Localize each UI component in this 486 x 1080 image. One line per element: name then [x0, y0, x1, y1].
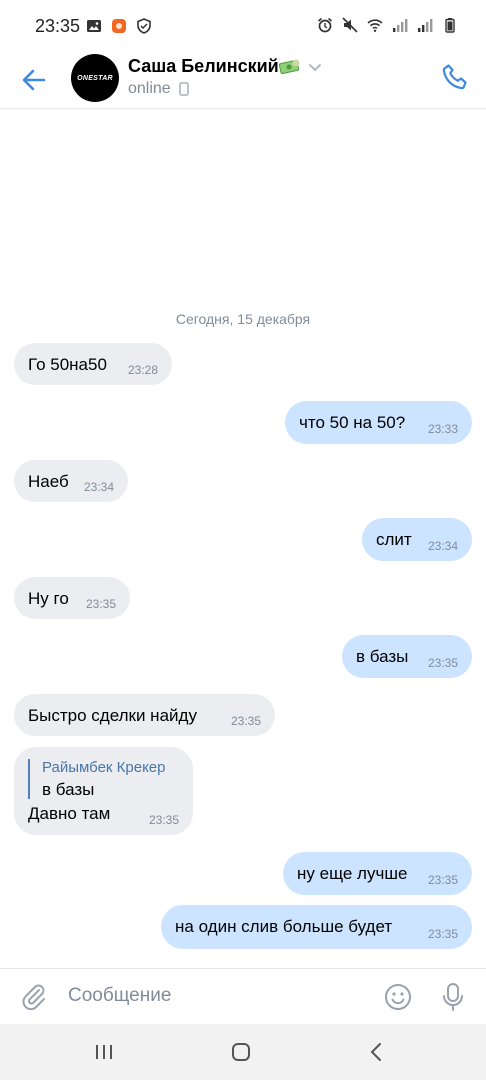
message-text: Наеб [28, 472, 69, 491]
message-time: 23:34 [83, 480, 114, 494]
message-text: Давно там [28, 804, 111, 823]
message-bubble-reply[interactable]: Райымбек Крекер в базы Давно там 23:35 [14, 747, 193, 835]
alarm-icon [317, 17, 333, 33]
home-icon[interactable] [229, 1040, 253, 1064]
message-bubble-incoming[interactable]: Го 50на50 23:28 [14, 343, 172, 385]
message-composer [0, 968, 486, 1025]
mute-icon [342, 17, 358, 33]
message-text: что 50 на 50? [299, 413, 406, 432]
signal-icon [418, 19, 433, 32]
recent-apps-icon[interactable] [92, 1040, 116, 1064]
message-time: 23:28 [127, 363, 158, 377]
message-bubble-outgoing[interactable]: в базы 23:35 [342, 635, 472, 678]
message-bubble-incoming[interactable]: Быстро сделки найду 23:35 [14, 694, 275, 736]
message-bubble-outgoing[interactable]: ну еще лучше 23:35 [283, 852, 472, 895]
message-time: 23:35 [230, 714, 261, 728]
status-bar: 23:35 [0, 0, 486, 52]
message-bubble-incoming[interactable]: Ну го 23:35 [14, 577, 130, 619]
message-input[interactable] [68, 983, 368, 1009]
status-time: 23:35 [35, 16, 81, 36]
app-notification-icon [112, 19, 126, 33]
message-time: 23:35 [427, 656, 458, 670]
contact-name[interactable]: Саша Белинский [128, 56, 279, 77]
message-text: Быстро сделки найду [28, 706, 197, 725]
reply-quote-bar [28, 759, 30, 799]
reply-quoted-text: в базы [42, 780, 95, 799]
chat-header: ONESTAR Саша Белинский online [0, 52, 486, 109]
message-bubble-incoming[interactable]: Наеб 23:34 [14, 460, 128, 502]
message-time: 23:35 [427, 927, 458, 941]
message-time: 23:34 [427, 539, 458, 553]
microphone-icon[interactable] [440, 982, 466, 1012]
message-time: 23:35 [85, 597, 116, 611]
message-bubble-outgoing[interactable]: на один слив больше будет 23:35 [161, 905, 472, 949]
message-bubble-outgoing[interactable]: что 50 на 50? 23:33 [285, 401, 472, 444]
avatar-logo-text: ONESTAR [77, 74, 113, 82]
system-navigation-bar [0, 1024, 486, 1080]
contact-status: online [128, 80, 171, 97]
mobile-device-icon [179, 82, 189, 96]
shield-icon [137, 18, 151, 34]
money-emoji-icon [279, 59, 300, 74]
message-time: 23:33 [427, 422, 458, 436]
emoji-smile-icon[interactable] [383, 982, 413, 1012]
message-bubble-outgoing[interactable]: слит 23:34 [362, 518, 472, 561]
message-text: Го 50на50 [28, 355, 107, 374]
battery-icon [445, 18, 455, 33]
message-text: на один слив больше будет [175, 917, 393, 936]
reply-author[interactable]: Райымбек Крекер [42, 759, 166, 776]
message-time: 23:35 [148, 813, 179, 827]
back-arrow-icon[interactable] [18, 64, 50, 96]
paperclip-icon[interactable] [18, 981, 48, 1011]
wifi-icon [367, 19, 383, 32]
message-text: в базы [356, 647, 409, 666]
message-text: Ну го [28, 589, 69, 608]
back-nav-icon[interactable] [365, 1040, 389, 1064]
image-icon [87, 20, 101, 32]
phone-call-icon[interactable] [440, 62, 470, 92]
avatar[interactable]: ONESTAR [71, 54, 119, 102]
message-time: 23:35 [427, 873, 458, 887]
message-text: ну еще лучше [297, 864, 408, 883]
date-separator: Сегодня, 15 декабря [175, 311, 311, 327]
signal-icon [393, 19, 408, 32]
message-text: слит [376, 530, 412, 549]
chevron-down-icon[interactable] [308, 62, 322, 74]
